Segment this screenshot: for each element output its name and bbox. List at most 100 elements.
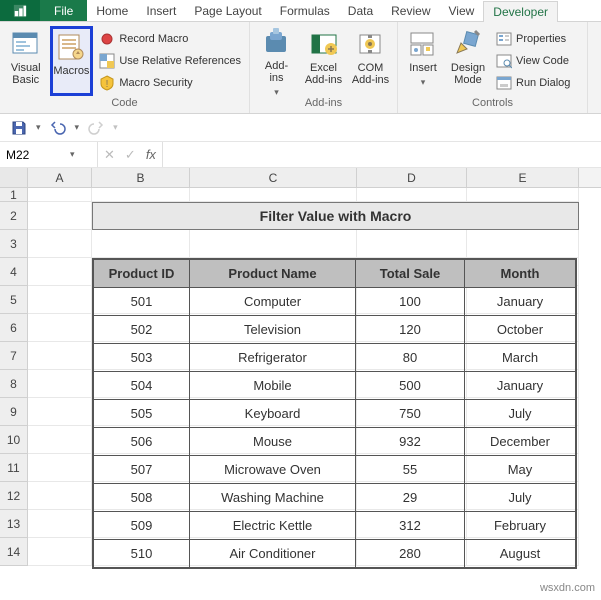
row-header[interactable]: 5 [0, 286, 28, 314]
record-macro-icon [99, 31, 115, 47]
col-header[interactable]: E [467, 168, 579, 187]
redo-dropdown-icon[interactable]: ▾ [113, 122, 118, 133]
col-header[interactable]: B [92, 168, 190, 187]
row-header[interactable]: 11 [0, 454, 28, 482]
row-header[interactable]: 7 [0, 342, 28, 370]
formula-bar-row: ▾ ✕ ✓ fx [0, 142, 601, 168]
chevron-down-icon: ▾ [421, 76, 426, 88]
insert-button[interactable]: Insert ▾ [402, 26, 444, 96]
insert-icon [407, 28, 439, 60]
tab-bar: File Home Insert Page Layout Formulas Da… [0, 0, 601, 22]
cells-area[interactable]: Filter Value with Macro Product ID Produ… [28, 188, 579, 566]
table-header[interactable]: Product ID [94, 260, 190, 288]
col-header[interactable]: C [190, 168, 357, 187]
column-headers: A B C D E [0, 168, 601, 188]
table-row: 507Microwave Oven55May [94, 456, 576, 484]
macro-security-icon: ! [99, 75, 115, 91]
macros-button[interactable]: Macros [50, 26, 94, 96]
row-header[interactable]: 6 [0, 314, 28, 342]
use-relative-references-button[interactable]: Use Relative References [95, 50, 245, 72]
tab-developer[interactable]: Developer [483, 1, 558, 22]
qat-dropdown-icon[interactable]: ▾ [36, 122, 41, 133]
view-code-icon [496, 53, 512, 69]
col-header[interactable]: A [28, 168, 92, 187]
undo-button[interactable] [47, 117, 69, 139]
record-macro-button[interactable]: Record Macro [95, 28, 245, 50]
ribbon-group-controls: Insert ▾ Design Mode Properties View Cod… [398, 22, 588, 113]
com-addins-icon [355, 28, 387, 60]
run-dialog-button[interactable]: Run Dialog [492, 72, 574, 94]
row-header[interactable]: 2 [0, 202, 28, 230]
visual-basic-button[interactable]: Visual Basic [4, 26, 48, 96]
row-header[interactable]: 9 [0, 398, 28, 426]
row-header[interactable]: 3 [0, 230, 28, 258]
tab-home[interactable]: Home [87, 0, 137, 21]
properties-button[interactable]: Properties [492, 28, 574, 50]
ribbon: Visual Basic Macros Record Macro Use Rel… [0, 22, 601, 114]
view-code-button[interactable]: View Code [492, 50, 574, 72]
enter-icon[interactable]: ✓ [125, 147, 136, 163]
select-all-corner[interactable] [0, 168, 28, 187]
chevron-down-icon[interactable]: ▾ [70, 149, 75, 160]
cancel-icon[interactable]: ✕ [104, 147, 115, 163]
visual-basic-label: Visual Basic [11, 62, 41, 86]
row-header[interactable]: 14 [0, 538, 28, 566]
svg-text:!: ! [106, 79, 109, 90]
tab-file[interactable]: File [40, 0, 87, 21]
row-header[interactable]: 8 [0, 370, 28, 398]
table-row: 508Washing Machine29July [94, 484, 576, 512]
quick-access-toolbar: ▾ ▾ ▾ [0, 114, 601, 142]
row-header[interactable]: 12 [0, 482, 28, 510]
table-row: 506Mouse932December [94, 428, 576, 456]
redo-button[interactable] [85, 117, 107, 139]
name-box[interactable]: ▾ [0, 142, 98, 167]
table-row: 501Computer100January [94, 288, 576, 316]
undo-dropdown-icon[interactable]: ▾ [75, 122, 80, 133]
macro-security-button[interactable]: ! Macro Security [95, 72, 245, 94]
table-row: 503Refrigerator80March [94, 344, 576, 372]
group-label-code: Code [0, 97, 249, 113]
tab-insert[interactable]: Insert [137, 0, 185, 21]
formula-bar[interactable] [163, 142, 601, 167]
properties-icon [496, 31, 512, 47]
row-header[interactable]: 1 [0, 188, 28, 202]
col-header[interactable]: D [357, 168, 467, 187]
design-mode-icon [452, 28, 484, 60]
row-headers: 1 2 3 4 5 6 7 8 9 10 11 12 13 14 [0, 188, 28, 566]
tab-page-layout[interactable]: Page Layout [185, 0, 270, 21]
fx-icon[interactable]: fx [146, 147, 156, 162]
data-table: Product ID Product Name Total Sale Month… [92, 258, 577, 569]
table-row: 505Keyboard750July [94, 400, 576, 428]
group-label-controls: Controls [398, 97, 587, 113]
design-mode-button[interactable]: Design Mode [446, 26, 490, 96]
table-header[interactable]: Total Sale [356, 260, 465, 288]
undo-icon [50, 120, 66, 136]
sheet-title-cell[interactable]: Filter Value with Macro [92, 202, 579, 230]
macros-icon [55, 31, 87, 63]
tab-view[interactable]: View [440, 0, 484, 21]
table-row: 510Air Conditioner280August [94, 540, 576, 568]
formula-input[interactable] [169, 148, 595, 162]
macros-label: Macros [53, 65, 89, 77]
tab-review[interactable]: Review [382, 0, 439, 21]
table-row: 504Mobile500January [94, 372, 576, 400]
row-header[interactable]: 13 [0, 510, 28, 538]
table-header[interactable]: Month [465, 260, 576, 288]
formula-buttons: ✕ ✓ fx [98, 142, 163, 167]
redo-icon [88, 120, 104, 136]
excel-addins-button[interactable]: Excel Add-ins [301, 26, 346, 96]
name-box-input[interactable] [6, 148, 66, 162]
tab-data[interactable]: Data [339, 0, 382, 21]
app-corner [0, 0, 40, 21]
tab-formulas[interactable]: Formulas [271, 0, 339, 21]
addins-button[interactable]: Add- ins ▾ [254, 26, 299, 96]
com-addins-button[interactable]: COM Add-ins [348, 26, 393, 96]
visual-basic-icon [10, 28, 42, 60]
spreadsheet-grid: A B C D E 1 2 3 4 5 6 7 8 9 10 11 12 13 … [0, 168, 601, 566]
row-header[interactable]: 4 [0, 258, 28, 286]
table-header[interactable]: Product Name [190, 260, 356, 288]
addins-icon [261, 28, 293, 58]
save-button[interactable] [8, 117, 30, 139]
row-header[interactable]: 10 [0, 426, 28, 454]
ribbon-group-addins: Add- ins ▾ Excel Add-ins COM Add-ins Add… [250, 22, 398, 113]
